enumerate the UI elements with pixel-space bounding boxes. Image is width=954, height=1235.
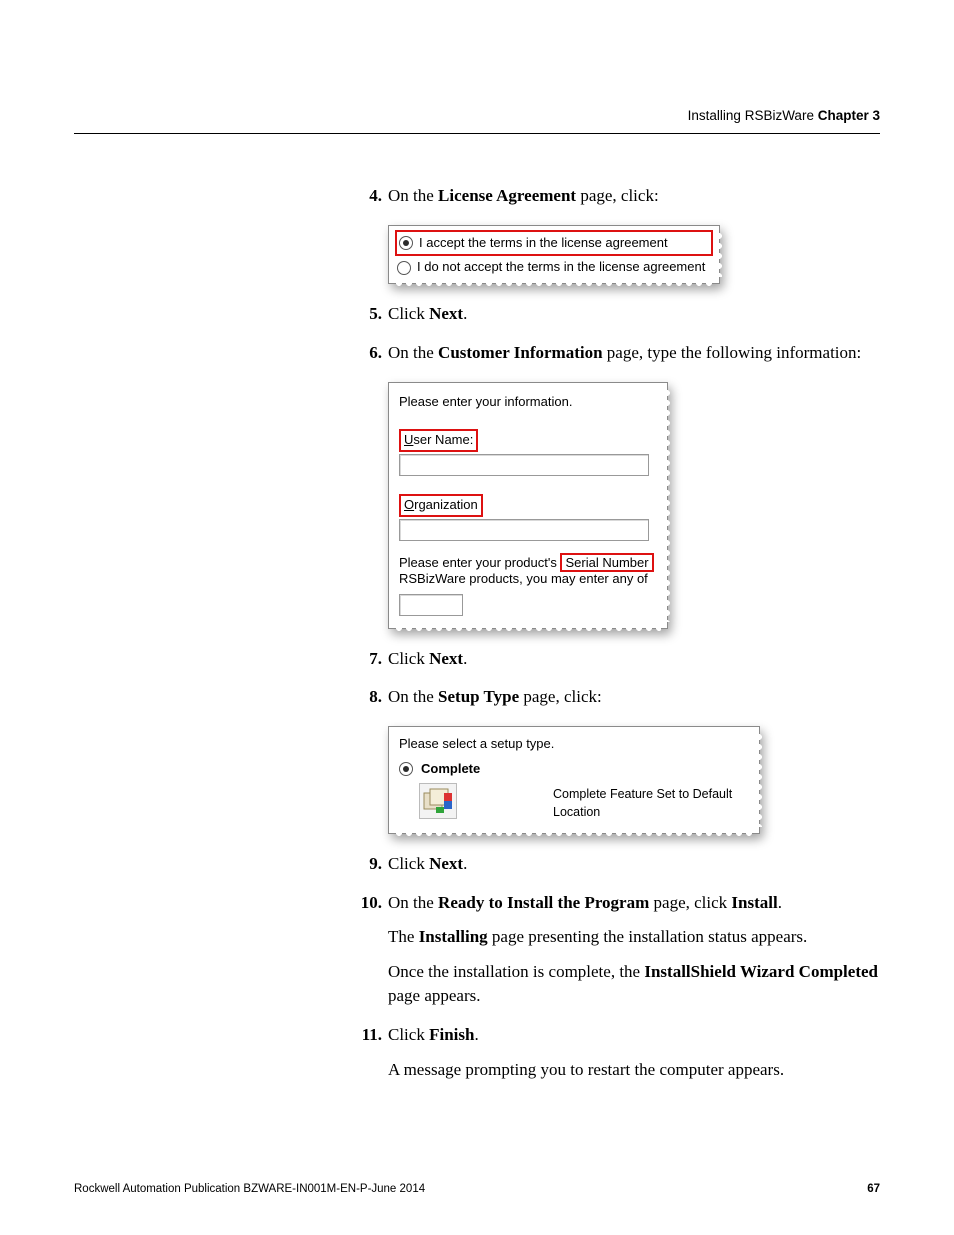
radio-reject-label: I do not accept the terms in the license… — [417, 258, 705, 277]
step-number: 5. — [354, 302, 382, 327]
step-9: 9. Click Next. — [354, 852, 880, 877]
radio-on-icon — [399, 762, 413, 776]
step-text: Click Next. — [388, 854, 467, 873]
input-organization[interactable] — [399, 519, 649, 541]
label-user-name: User Name: — [399, 429, 478, 452]
step-11: 11. Click Finish. A message prompting yo… — [354, 1023, 880, 1082]
radio-accept-label: I accept the terms in the license agreem… — [419, 234, 668, 253]
setup-complete-desc: Complete Feature Set to Default Location — [553, 785, 749, 821]
running-header: Installing RSBizWare Chapter 3 — [74, 108, 880, 134]
label-serial-number: Serial Number — [560, 553, 653, 572]
header-section: Installing RSBizWare — [688, 108, 814, 123]
radio-reject-row[interactable]: I do not accept the terms in the license… — [395, 256, 713, 279]
step-6: 6. On the Customer Information page, typ… — [354, 341, 880, 629]
serial-prompt: Please enter your product's Serial Numbe… — [399, 555, 657, 588]
page-footer: Rockwell Automation Publication BZWARE-I… — [74, 1183, 880, 1195]
label-organization: Organization — [399, 494, 483, 517]
header-chapter: Chapter 3 — [818, 108, 880, 123]
step-number: 10. — [354, 891, 382, 916]
package-icon — [419, 783, 457, 819]
step-text: On the Customer Information page, type t… — [388, 343, 861, 362]
step-8: 8. On the Setup Type page, click: Please… — [354, 685, 880, 834]
step-11-para: A message prompting you to restart the c… — [388, 1058, 880, 1083]
figure-customer-information: Please enter your information. User Name… — [388, 382, 668, 629]
figure-license-agreement: I accept the terms in the license agreem… — [388, 225, 720, 285]
cust-prompt: Please enter your information. — [399, 393, 657, 412]
radio-accept-row[interactable]: I accept the terms in the license agreem… — [395, 230, 713, 257]
input-serial-number[interactable] — [399, 594, 463, 616]
step-text: Click Next. — [388, 649, 467, 668]
figure-setup-type: Please select a setup type. Complete — [388, 726, 760, 834]
step-10-para-a: The Installing page presenting the insta… — [388, 925, 880, 950]
step-7: 7. Click Next. — [354, 647, 880, 672]
step-number: 6. — [354, 341, 382, 366]
step-number: 9. — [354, 852, 382, 877]
step-text: On the Ready to Install the Program page… — [388, 893, 782, 912]
step-text: On the License Agreement page, click: — [388, 186, 659, 205]
radio-off-icon — [397, 261, 411, 275]
step-10: 10. On the Ready to Install the Program … — [354, 891, 880, 1010]
step-number: 4. — [354, 184, 382, 209]
setup-prompt: Please select a setup type. — [399, 735, 749, 754]
step-4: 4. On the License Agreement page, click:… — [354, 184, 880, 284]
step-number: 7. — [354, 647, 382, 672]
radio-complete-row[interactable]: Complete — [399, 760, 749, 779]
step-5: 5. Click Next. — [354, 302, 880, 327]
step-10-para-b: Once the installation is complete, the I… — [388, 960, 880, 1009]
step-number: 11. — [354, 1023, 382, 1048]
radio-complete-label: Complete — [421, 760, 480, 779]
step-text: Click Next. — [388, 304, 467, 323]
input-user-name[interactable] — [399, 454, 649, 476]
footer-publication: Rockwell Automation Publication BZWARE-I… — [74, 1183, 425, 1195]
step-number: 8. — [354, 685, 382, 710]
step-text: Click Finish. — [388, 1025, 479, 1044]
step-text: On the Setup Type page, click: — [388, 687, 602, 706]
radio-on-icon — [399, 236, 413, 250]
footer-page-number: 67 — [867, 1183, 880, 1195]
